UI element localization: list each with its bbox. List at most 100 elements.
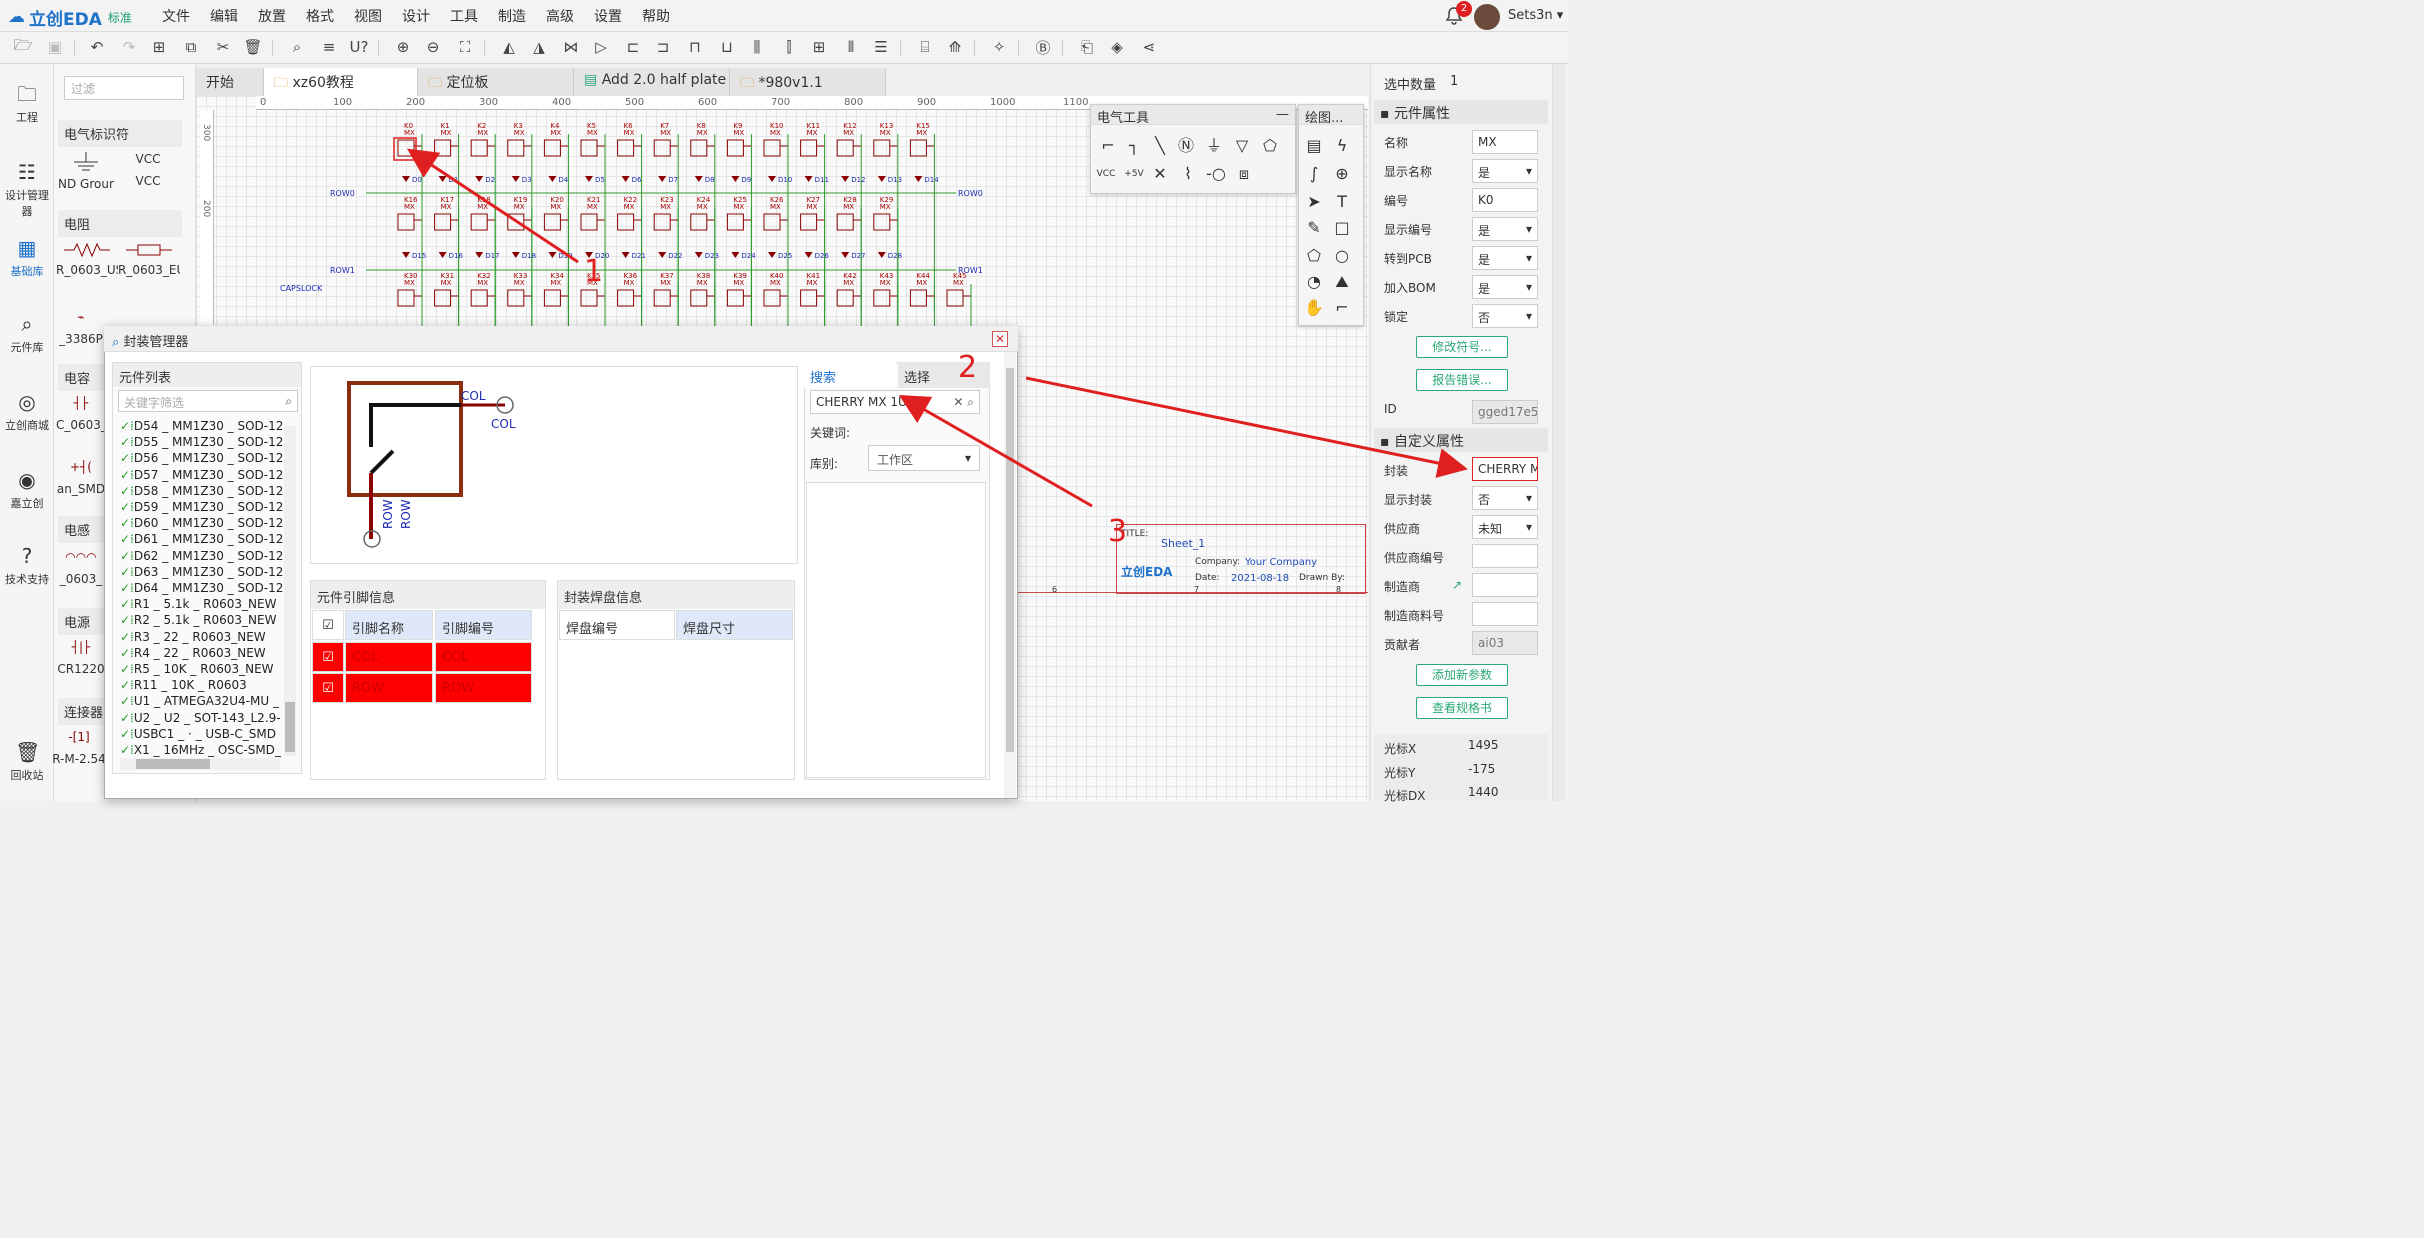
- align-right-icon[interactable]: ⊐: [652, 36, 674, 58]
- polyline-icon[interactable]: ϟ: [1330, 134, 1354, 158]
- prop-to-pcb-select[interactable]: 是 ▾: [1472, 246, 1538, 270]
- menu-design[interactable]: 设计: [392, 6, 440, 26]
- vcc-symbol[interactable]: VCC VCC: [120, 150, 176, 202]
- component-list-item[interactable]: ✓⁞D54 _ MM1Z30 _ SOD-12: [120, 418, 286, 434]
- distribute-v-icon[interactable]: ☰: [870, 36, 892, 58]
- tab-980[interactable]: 🗀 *980v1.1: [730, 68, 886, 96]
- distribute-h-icon[interactable]: ⫴: [840, 36, 862, 58]
- user-name[interactable]: Sets3n ▾: [1508, 8, 1563, 23]
- nav-lcsc-mall[interactable]: ◎ 立创商城: [0, 390, 54, 433]
- net-label-icon[interactable]: Ⓝ: [1174, 134, 1198, 158]
- search-icon[interactable]: ⌕: [286, 36, 308, 58]
- component-list-item[interactable]: ✓⁞R5 _ 10K _ R0603_NEW: [120, 661, 286, 677]
- add-param-button[interactable]: 添加新参数: [1416, 664, 1508, 686]
- vcc-icon[interactable]: VCC: [1094, 162, 1118, 186]
- component-list-item[interactable]: ✓⁞U1 _ ATMEGA32U4-MU _: [120, 693, 286, 709]
- header-symbol[interactable]: -[1] R-M-2.54: [52, 730, 106, 778]
- bom-icon[interactable]: Ⓑ: [1032, 36, 1054, 58]
- footprint-input[interactable]: CHERRY MX 1U: [1472, 457, 1538, 481]
- component-list-item[interactable]: ✓⁞D56 _ MM1Z30 _ SOD-12: [120, 450, 286, 466]
- menu-advanced[interactable]: 高级: [536, 6, 584, 26]
- dialog-header[interactable]: ⌕ 封装管理器: [104, 326, 1018, 352]
- rotate-right-icon[interactable]: ◮: [528, 36, 550, 58]
- nav-design-manager[interactable]: ☷ 设计管理器: [0, 160, 54, 219]
- no-connect-icon[interactable]: ✕: [1148, 162, 1172, 186]
- list-scrollbar[interactable]: [284, 426, 296, 756]
- arc-icon[interactable]: ⊕: [1330, 162, 1354, 186]
- nav-recycle-bin[interactable]: 🗑 回收站: [0, 740, 54, 783]
- image-icon[interactable]: ⌸: [914, 36, 936, 58]
- probe-icon[interactable]: ⌇: [1176, 162, 1200, 186]
- ground-icon[interactable]: ⏚: [1202, 134, 1226, 158]
- resistor-us-symbol[interactable]: R_0603_US: [56, 240, 118, 290]
- prop-name-input[interactable]: MX: [1472, 130, 1538, 154]
- link-icon[interactable]: ↗: [1452, 578, 1462, 592]
- menu-tools[interactable]: 工具: [440, 6, 488, 26]
- pan-hand-icon[interactable]: ✋: [1302, 296, 1326, 320]
- save-icon[interactable]: ▣: [44, 36, 66, 58]
- bezier-icon[interactable]: ∫: [1302, 162, 1326, 186]
- netflag-icon[interactable]: ⬠: [1258, 134, 1282, 158]
- modify-symbol-button[interactable]: 修改符号...: [1416, 336, 1508, 358]
- design-check-icon[interactable]: ✧: [988, 36, 1010, 58]
- prop-designator-input[interactable]: K0: [1472, 188, 1538, 212]
- electric-tools-title[interactable]: 电气工具 —: [1091, 105, 1295, 126]
- dialog-scrollbar[interactable]: [1004, 352, 1016, 798]
- search-results[interactable]: [806, 482, 986, 778]
- image-icon[interactable]: ⛰: [1330, 270, 1354, 294]
- custom-props-header[interactable]: ▪ 自定义属性: [1374, 428, 1548, 452]
- layers-icon[interactable]: ◈: [1106, 36, 1128, 58]
- nav-jlc[interactable]: ◉ 嘉立创: [0, 468, 54, 511]
- prop-lock-select[interactable]: 否 ▾: [1472, 304, 1538, 328]
- freehand-icon[interactable]: ✎: [1302, 216, 1326, 240]
- prop-show-name-select[interactable]: 是 ▾: [1472, 159, 1538, 183]
- menu-format[interactable]: 格式: [296, 6, 344, 26]
- report-error-button[interactable]: 报告错误...: [1416, 369, 1508, 391]
- tab-half-plate[interactable]: ▤ Add 2.0 half plate: [574, 68, 730, 96]
- pin-select-all-checkbox[interactable]: ☑: [312, 610, 344, 640]
- search-icon[interactable]: ✕ ⌕: [953, 395, 974, 410]
- group-icon[interactable]: ⧈: [1232, 162, 1256, 186]
- component-list-item[interactable]: ✓⁞R3 _ 22 _ R0603_NEW: [120, 629, 286, 645]
- nav-component-library[interactable]: ⌕ 元件库: [0, 312, 54, 355]
- potentiometer-symbol[interactable]: ⌁ _3386P: [56, 310, 106, 356]
- component-props-header[interactable]: ▪ 元件属性: [1374, 100, 1548, 124]
- list-hscroll-thumb[interactable]: [136, 759, 210, 769]
- menu-settings[interactable]: 设置: [584, 6, 632, 26]
- avatar[interactable]: [1474, 4, 1500, 30]
- tab-start[interactable]: 开始: [196, 68, 264, 96]
- inductor-symbol[interactable]: ◠◠◠ _0603_: [56, 550, 106, 598]
- copy-icon[interactable]: ⧉: [180, 36, 202, 58]
- convert-pcb-icon[interactable]: ⟰: [944, 36, 966, 58]
- menu-edit[interactable]: 编辑: [200, 6, 248, 26]
- align-center-v-icon[interactable]: ⫿: [778, 36, 800, 58]
- open-folder-icon[interactable]: 🗁: [12, 36, 34, 58]
- list-scroll-thumb[interactable]: [285, 702, 295, 752]
- delete-icon[interactable]: 🗑: [242, 36, 264, 58]
- menu-help[interactable]: 帮助: [632, 6, 680, 26]
- tab-search[interactable]: 搜索: [804, 362, 896, 388]
- manufacturer-part-input[interactable]: [1472, 602, 1538, 626]
- minimize-icon[interactable]: —: [1276, 107, 1289, 122]
- align-top-icon[interactable]: ⊓: [684, 36, 706, 58]
- component-list-item[interactable]: ✓⁞D57 _ MM1Z30 _ SOD-12: [120, 467, 286, 483]
- zoom-out-icon[interactable]: ⊖: [422, 36, 444, 58]
- component-list-item[interactable]: ✓⁞R4 _ 22 _ R0603_NEW: [120, 645, 286, 661]
- add-sheet-icon[interactable]: ⊞: [148, 36, 170, 58]
- ground-symbol[interactable]: ND Ground: [58, 150, 114, 202]
- tab-plate[interactable]: 🗀 定位板: [418, 68, 574, 96]
- rotate-left-icon[interactable]: ◭: [498, 36, 520, 58]
- supplier-select[interactable]: 未知 ▾: [1472, 515, 1538, 539]
- component-filter-input[interactable]: 关键字筛选 ⌕: [118, 390, 298, 412]
- share-icon[interactable]: ⋖: [1138, 36, 1160, 58]
- list-hscrollbar[interactable]: [120, 758, 280, 770]
- menu-place[interactable]: 放置: [248, 6, 296, 26]
- flip-horizontal-icon[interactable]: ⋈: [560, 36, 582, 58]
- table-icon[interactable]: ▤: [1302, 134, 1326, 158]
- library-select[interactable]: 工作区 ▾: [868, 445, 980, 471]
- fit-view-icon[interactable]: ⛶: [454, 36, 476, 58]
- pin-row-checkbox[interactable]: ☑: [312, 642, 344, 672]
- component-list-item[interactable]: ✓⁞D63 _ MM1Z30 _ SOD-12: [120, 564, 286, 580]
- component-list-item[interactable]: ✓⁞R1 _ 5.1k _ R0603_NEW: [120, 596, 286, 612]
- menu-file[interactable]: 文件: [152, 6, 200, 26]
